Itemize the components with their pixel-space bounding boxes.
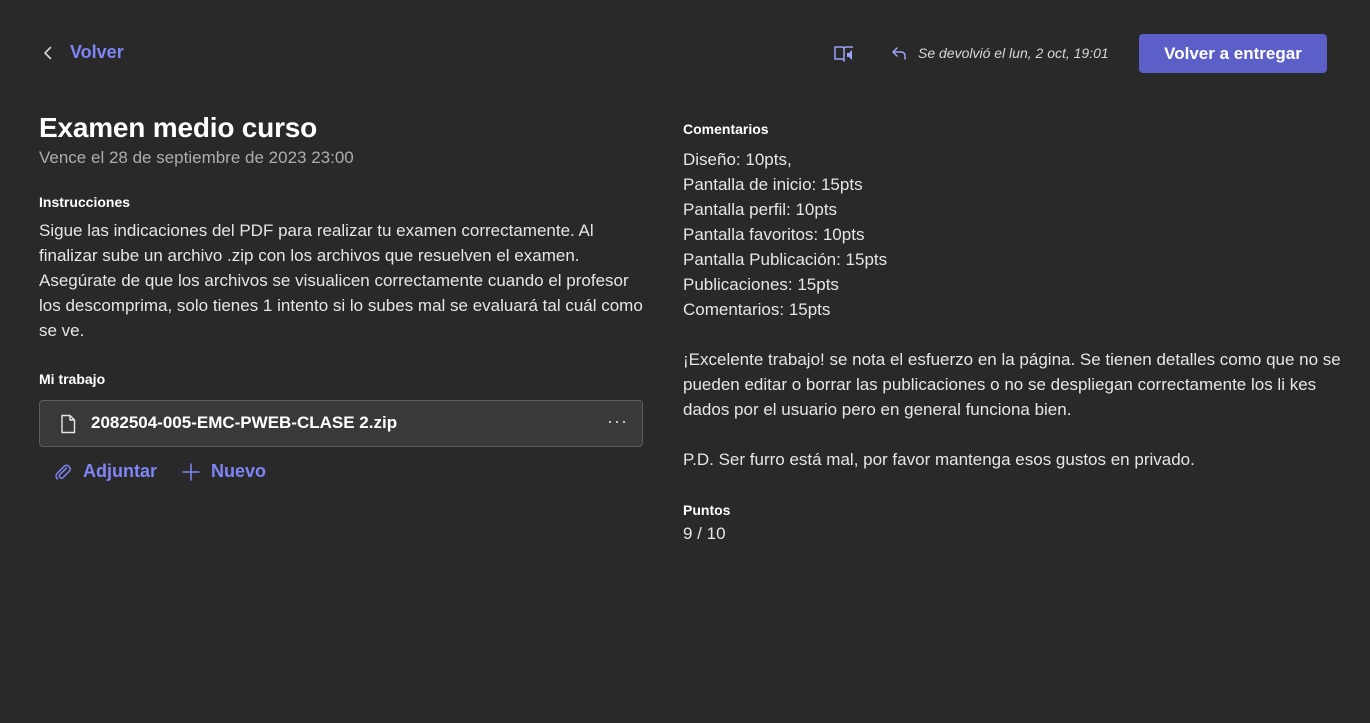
- back-label: Volver: [70, 42, 124, 62]
- resubmit-button[interactable]: Volver a entregar: [1139, 34, 1327, 73]
- chevron-left-icon: [44, 46, 52, 59]
- back-button[interactable]: Volver: [40, 42, 124, 63]
- file-attachment[interactable]: 2082504-005-EMC-PWEB-CLASE 2.zip ···: [39, 400, 643, 447]
- comments-text: Diseño: 10pts, Pantalla de inicio: 15pts…: [683, 150, 1341, 469]
- instructions-text: Sigue las indicaciones del PDF para real…: [39, 221, 643, 340]
- immersive-reader-icon[interactable]: [833, 44, 855, 64]
- top-bar: Volver Se devolvió el lun, 2 oct, 19:01 …: [0, 0, 1370, 100]
- file-icon: [61, 414, 76, 434]
- work-actions: Adjuntar Nuevo: [39, 461, 643, 482]
- new-button[interactable]: Nuevo: [181, 461, 266, 482]
- more-options-icon[interactable]: ···: [607, 411, 628, 432]
- new-label: Nuevo: [211, 461, 267, 481]
- paperclip-icon: [55, 464, 71, 480]
- feedback-panel: Comentarios Diseño: 10pts, Pantalla de i…: [683, 121, 1343, 544]
- points-label: Puntos: [683, 502, 731, 518]
- file-name: 2082504-005-EMC-PWEB-CLASE 2.zip: [91, 413, 398, 432]
- returned-status: Se devolvió el lun, 2 oct, 19:01: [890, 44, 1109, 62]
- my-work-label: Mi trabajo: [39, 371, 106, 387]
- assignment-panel: Examen medio curso Vence el 28 de septie…: [39, 112, 643, 482]
- comments-label: Comentarios: [683, 121, 769, 137]
- instructions-label: Instrucciones: [39, 194, 131, 210]
- due-date: Vence el 28 de septiembre de 2023 23:00: [39, 148, 354, 167]
- plus-icon: [182, 462, 200, 481]
- assignment-title: Examen medio curso: [39, 112, 318, 143]
- returned-text: Se devolvió el lun, 2 oct, 19:01: [918, 45, 1109, 61]
- points-value: 9 / 10: [683, 524, 726, 543]
- attach-button[interactable]: Adjuntar: [53, 461, 157, 482]
- attach-label: Adjuntar: [83, 461, 157, 481]
- return-arrow-icon: [892, 47, 906, 60]
